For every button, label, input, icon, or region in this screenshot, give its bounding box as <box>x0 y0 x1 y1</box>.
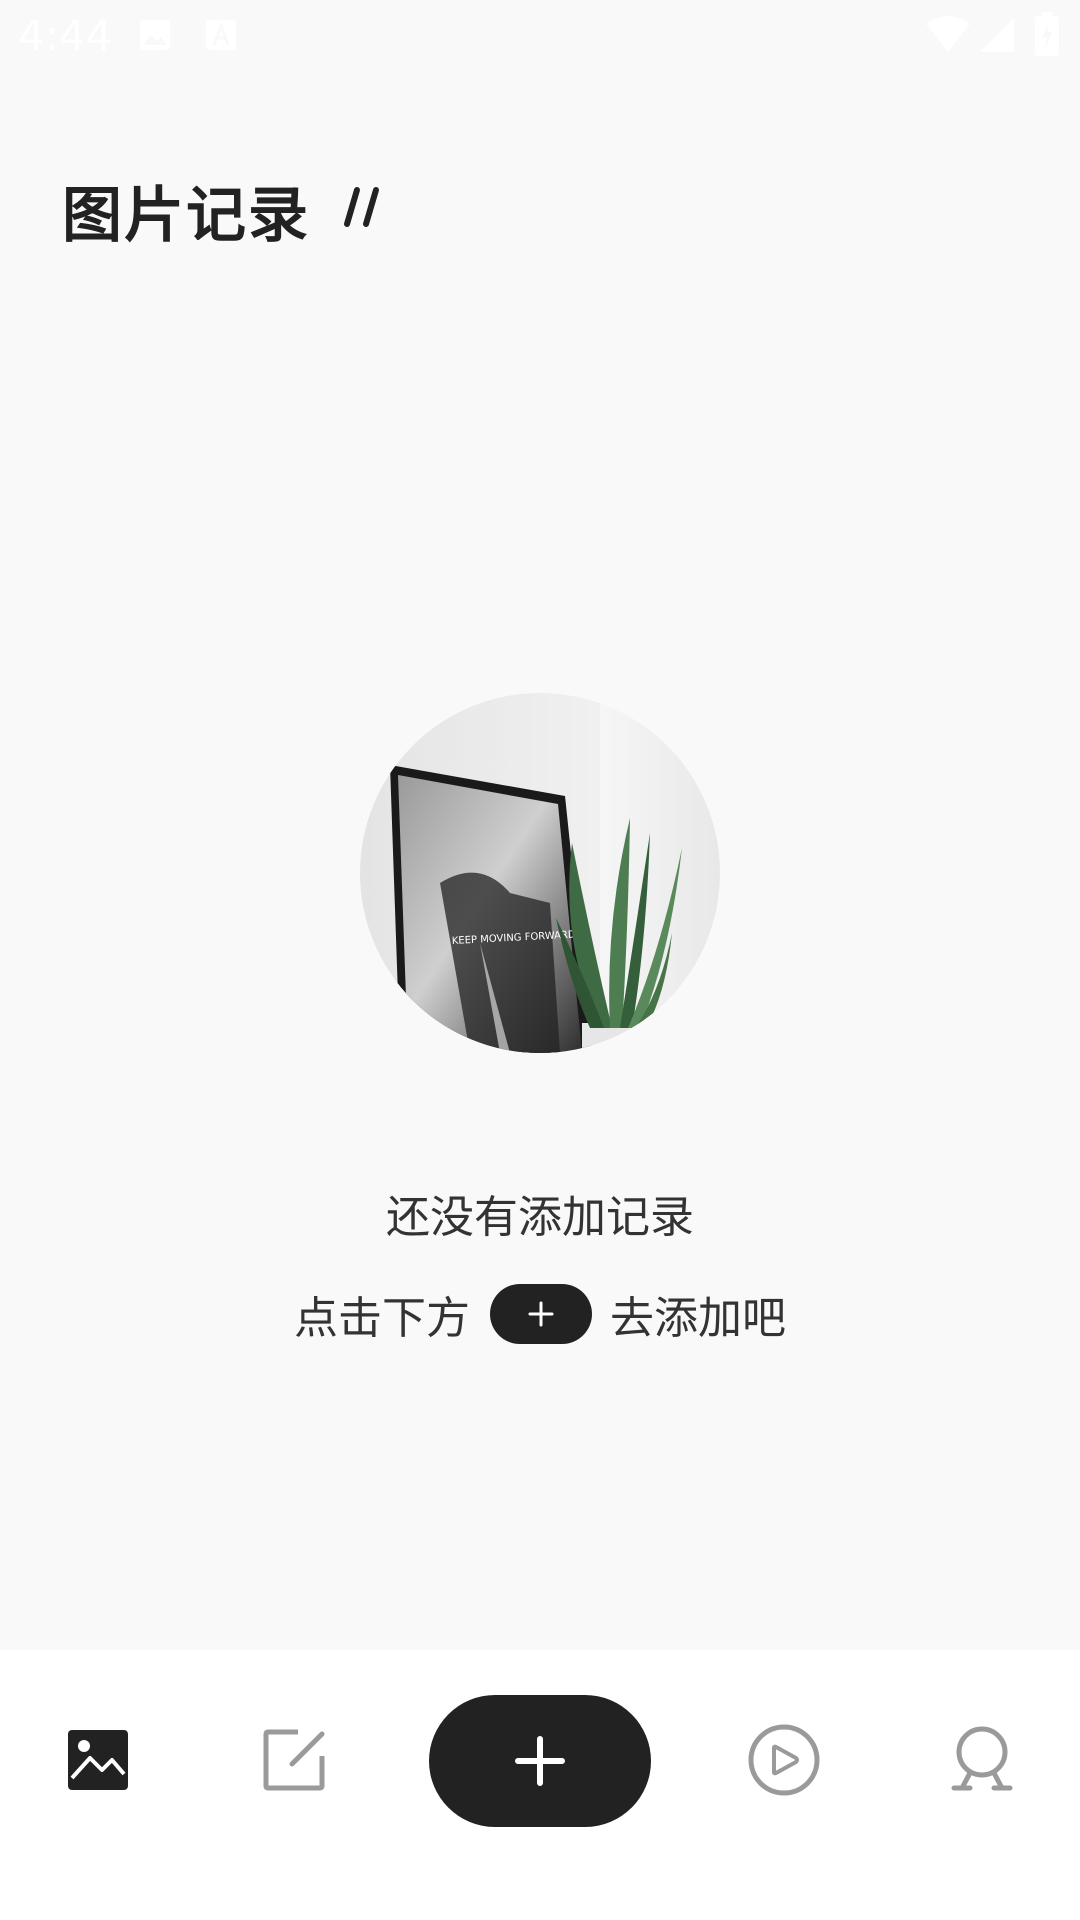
wifi-icon <box>926 16 970 52</box>
empty-message: 还没有添加记录 <box>386 1192 694 1243</box>
play-circle-icon <box>748 1724 820 1796</box>
screen: 4:44 图片记录 KEEP MOVING FORWARD 还没有添加记录 点击… <box>0 0 1080 1920</box>
nav-item-profile[interactable] <box>932 1710 1032 1810</box>
status-bar: 4:44 <box>0 0 1080 72</box>
bottom-nav <box>0 1650 1080 1920</box>
text-a-icon <box>206 20 236 50</box>
double-slash-icon <box>344 187 379 227</box>
hint-after-text: 去添加吧 <box>610 1293 786 1344</box>
add-icon <box>515 1736 565 1786</box>
empty-hint: 点击下方 去添加吧 <box>0 1284 1080 1344</box>
profile-icon <box>951 1726 1013 1791</box>
hint-plus-badge <box>490 1284 592 1344</box>
cell-signal-icon <box>980 18 1014 52</box>
empty-illustration: KEEP MOVING FORWARD <box>360 693 720 1053</box>
plus-icon <box>528 1301 554 1327</box>
battery-charging-icon <box>1035 12 1059 56</box>
framed-poster-and-plant-image: KEEP MOVING FORWARD <box>360 693 720 1053</box>
image-icon <box>140 20 170 50</box>
nav-item-images[interactable] <box>48 1710 148 1810</box>
edit-icon <box>263 1729 325 1791</box>
nav-item-notes[interactable] <box>244 1710 344 1810</box>
page-title: 图片记录 <box>62 180 310 251</box>
status-time: 4:44 <box>18 11 113 60</box>
hint-before-text: 点击下方 <box>294 1293 470 1344</box>
nav-item-videos[interactable] <box>734 1710 834 1810</box>
add-record-button[interactable] <box>429 1695 651 1827</box>
image-icon <box>68 1730 128 1790</box>
